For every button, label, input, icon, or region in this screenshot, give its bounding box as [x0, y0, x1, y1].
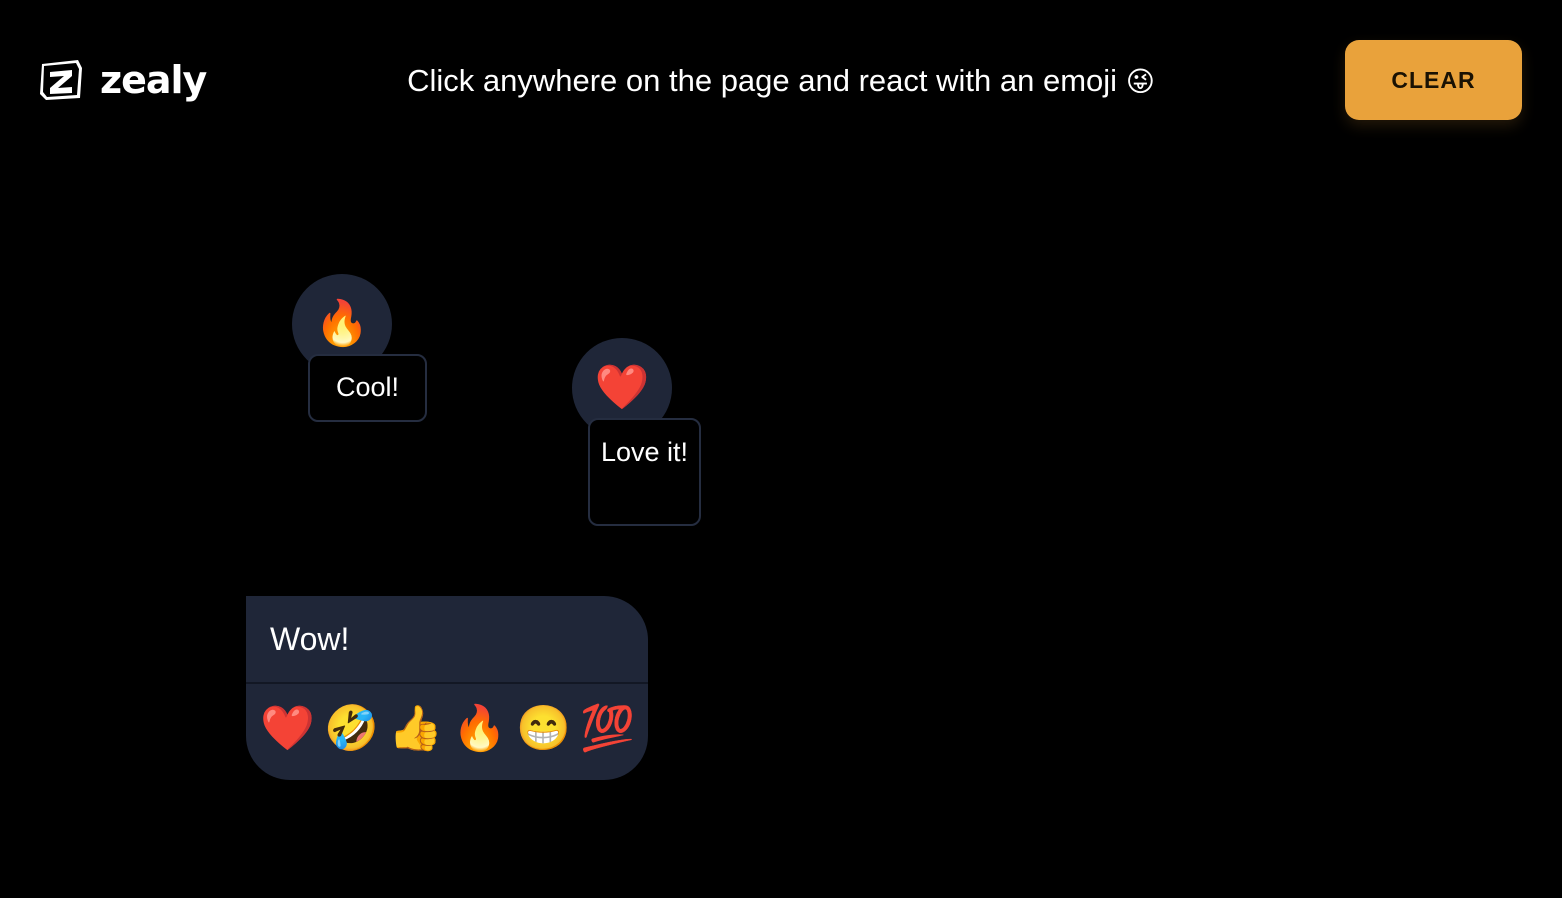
fire-emoji-icon: 🔥	[314, 299, 370, 348]
hundred-emoji-button[interactable]: 💯	[580, 702, 635, 756]
heart-emoji-icon: ❤️	[594, 363, 650, 412]
thumbs-up-emoji-button[interactable]: 👍	[388, 702, 443, 756]
clear-button[interactable]: CLEAR	[1345, 40, 1522, 120]
composer-divider	[246, 682, 648, 684]
emoji-picker: ❤️ 🤣 👍 🔥 😁 💯	[260, 702, 635, 756]
page-instruction: Click anywhere on the page and react wit…	[0, 62, 1562, 101]
reaction-canvas[interactable]: zealy Click anywhere on the page and rea…	[0, 0, 1562, 898]
reaction-composer: ❤️ 🤣 👍 🔥 😁 💯	[246, 596, 648, 780]
fire-emoji-button[interactable]: 🔥	[452, 702, 507, 756]
reaction-comment: Love it!	[588, 418, 701, 526]
grin-emoji-button[interactable]: 😁	[516, 702, 571, 756]
reaction-comment: Cool!	[308, 354, 427, 422]
rofl-emoji-button[interactable]: 🤣	[324, 702, 379, 756]
comment-input[interactable]	[246, 596, 648, 682]
heart-emoji-button[interactable]: ❤️	[260, 702, 315, 756]
instruction-text: Click anywhere on the page and react wit…	[407, 63, 1118, 98]
winking-tongue-emoji-icon: 😜	[1125, 66, 1155, 97]
